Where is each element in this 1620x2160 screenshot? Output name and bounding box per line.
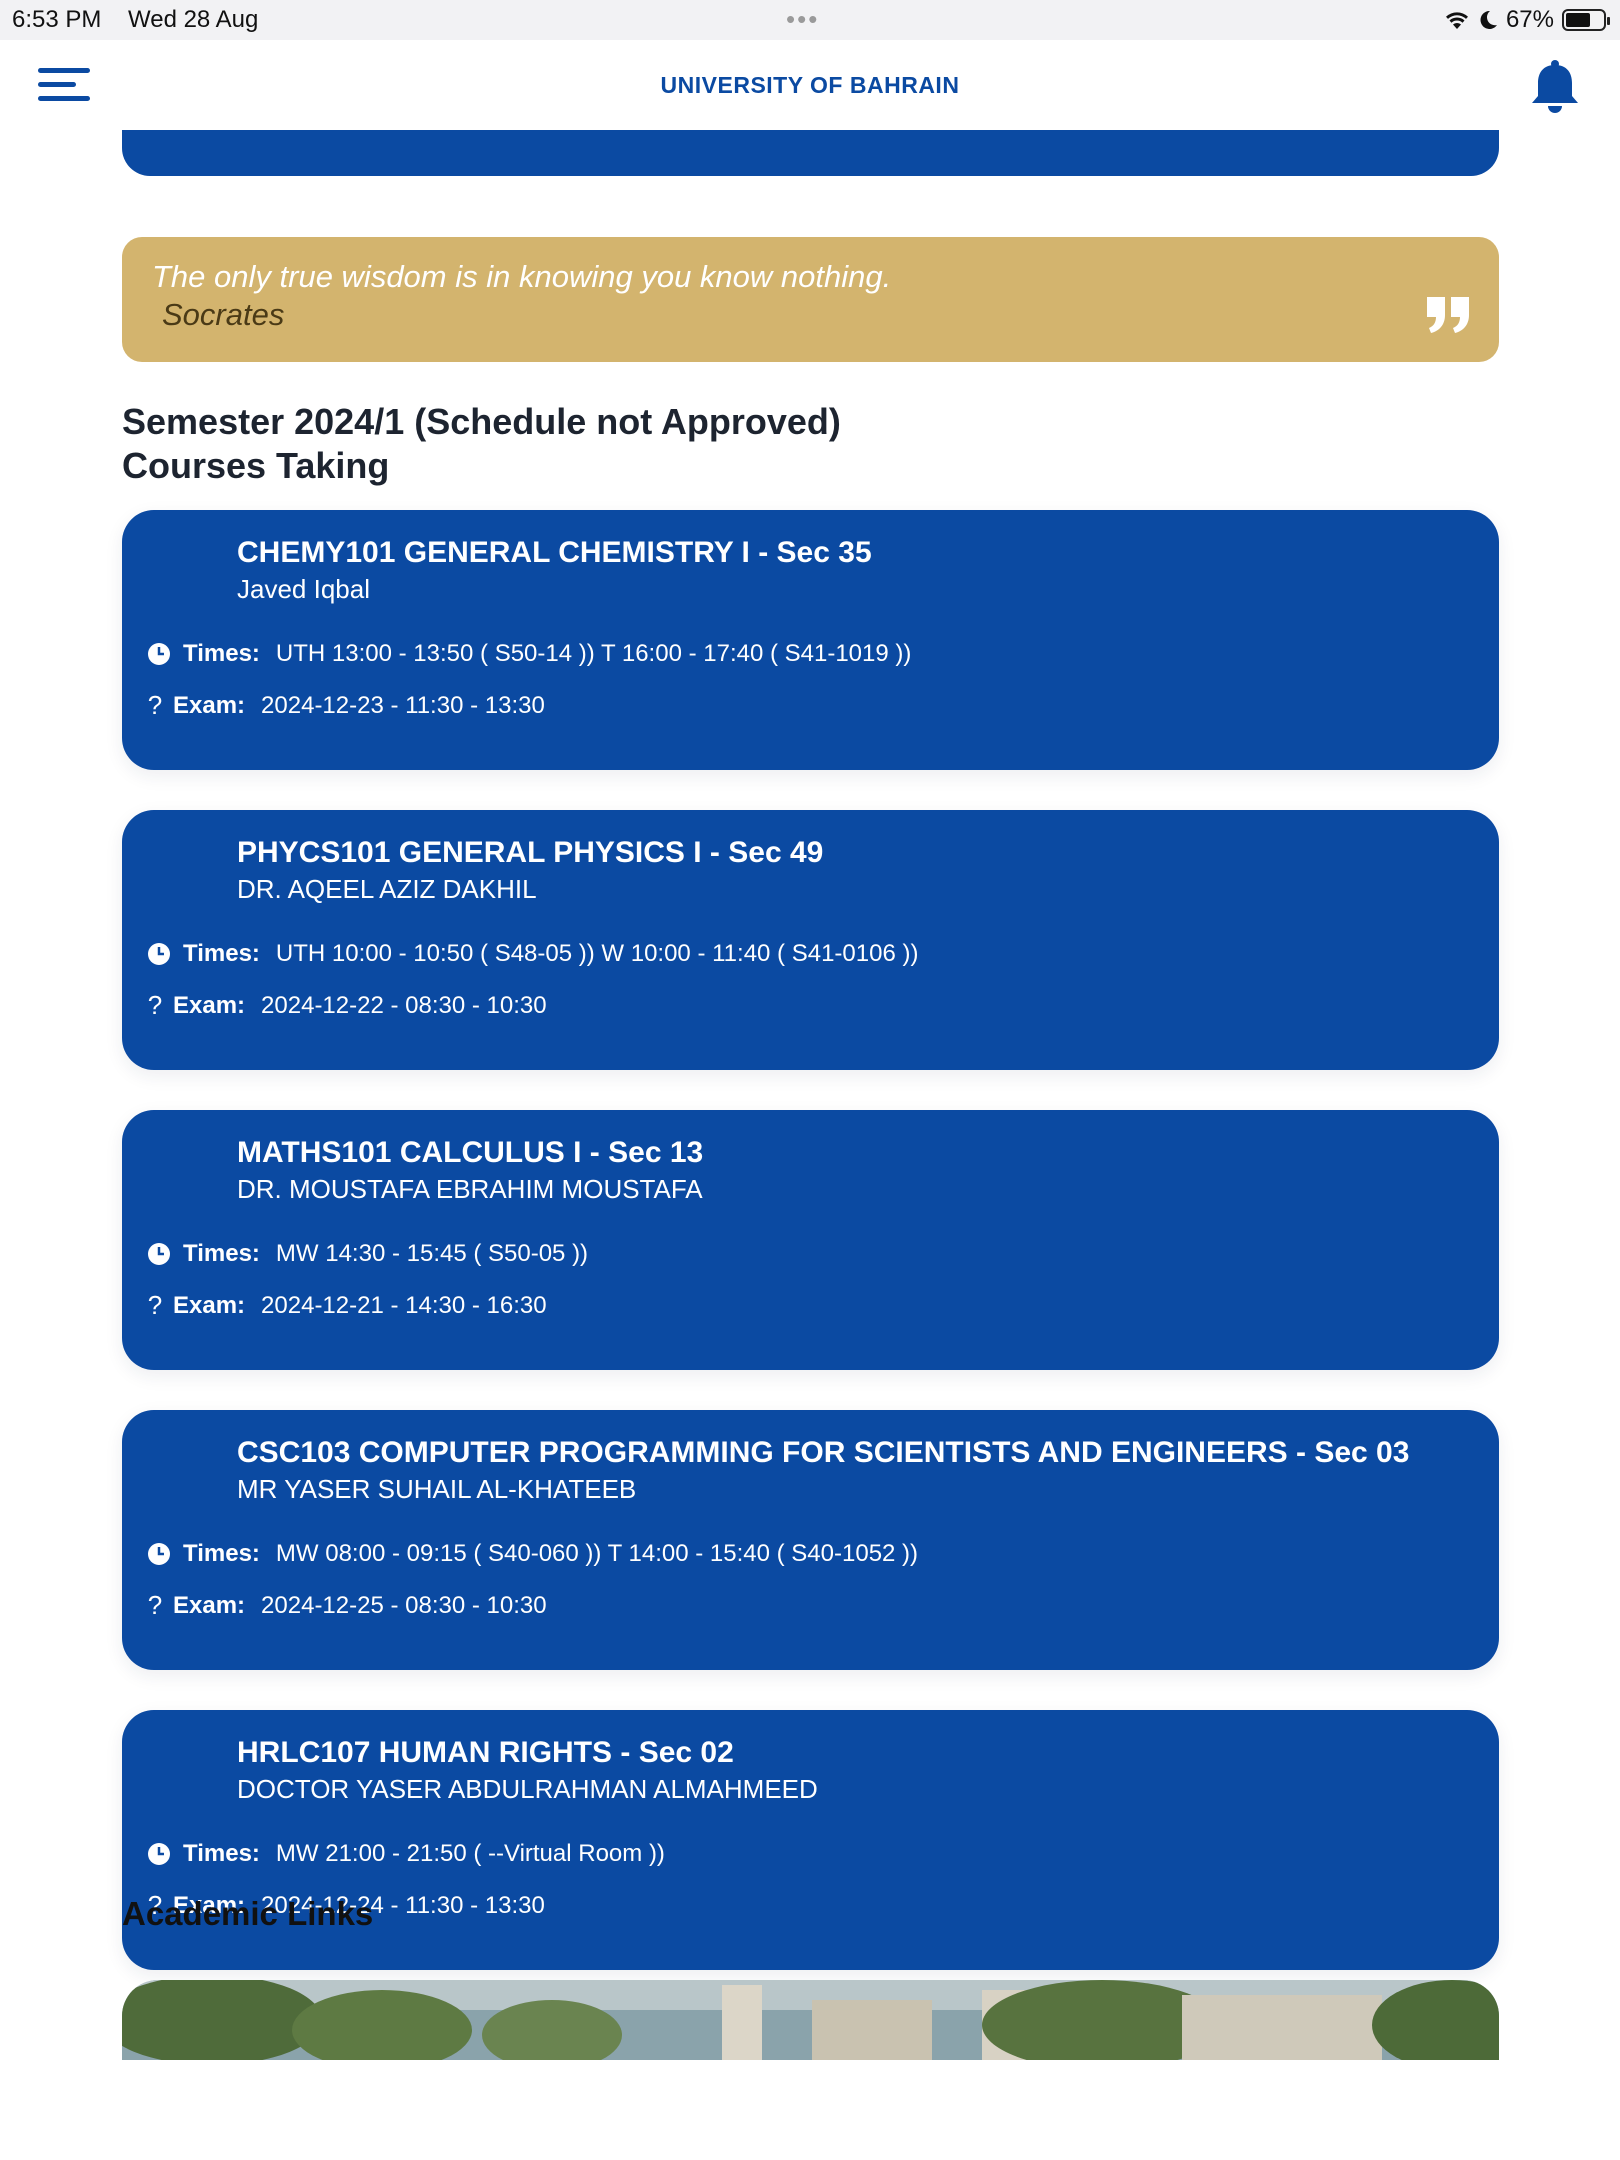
exam-value: 2024-12-25 - 08:30 - 10:30 [261, 1591, 547, 1619]
course-title: CHEMY101 GENERAL CHEMISTRY I - Sec 35 [237, 536, 872, 569]
exam-value: 2024-12-22 - 08:30 - 10:30 [261, 991, 547, 1019]
times-label: Times: [183, 940, 260, 967]
quote-text: The only true wisdom is in knowing you k… [152, 259, 892, 294]
times-value: MW 14:30 - 15:45 ( S50-05 )) [275, 1240, 589, 1267]
times-label: Times: [183, 1840, 260, 1867]
question-icon: ? [147, 1590, 163, 1620]
course-exam: ? Exam: 2024-12-21 - 14:30 - 16:30 [147, 1290, 547, 1321]
exam-label: Exam: [173, 1291, 246, 1319]
battery-icon [1562, 9, 1610, 31]
quote-icon [1427, 297, 1469, 333]
times-value: MW 21:00 - 21:50 ( --Virtual Room )) [275, 1840, 665, 1867]
wifi-icon [1445, 12, 1468, 29]
exam-label: Exam: [173, 691, 246, 719]
clock-icon [148, 943, 170, 965]
status-time: 6:53 PM [12, 6, 102, 33]
times-value: UTH 13:00 - 13:50 ( S50-14 )) T 16:00 - … [275, 640, 912, 667]
course-times: Times: MW 08:00 - 09:15 ( S40-060 )) T 1… [147, 1540, 918, 1568]
course-card[interactable]: PHYCS101 GENERAL PHYSICS I - Sec 49 DR. … [122, 810, 1499, 1070]
course-exam: ? Exam: 2024-12-22 - 08:30 - 10:30 [147, 990, 547, 1021]
battery-percent: 67% [1505, 6, 1554, 33]
times-value: MW 08:00 - 09:15 ( S40-060 )) T 14:00 - … [275, 1540, 919, 1567]
course-card[interactable]: CHEMY101 GENERAL CHEMISTRY I - Sec 35 Ja… [122, 510, 1499, 770]
course-instructor: DR. MOUSTAFA EBRAHIM MOUSTAFA [237, 1174, 703, 1204]
status-indicators: 67% [1444, 6, 1610, 34]
clock-icon [148, 643, 170, 665]
status-date: Wed 28 Aug [128, 6, 259, 33]
clock-icon [148, 1843, 170, 1865]
course-exam: ? Exam: 2024-12-23 - 11:30 - 13:30 [147, 690, 545, 721]
course-title: MATHS101 CALCULUS I - Sec 13 [237, 1136, 704, 1169]
course-times: Times: UTH 10:00 - 10:50 ( S48-05 )) W 1… [147, 940, 918, 968]
exam-value: 2024-12-21 - 14:30 - 16:30 [261, 1291, 547, 1319]
courses-subtitle: Courses Taking [122, 445, 390, 486]
course-times: Times: MW 21:00 - 21:50 ( --Virtual Room… [147, 1840, 665, 1868]
battery-level [1566, 13, 1591, 27]
semester-title: Semester 2024/1 (Schedule not Approved) [122, 401, 841, 442]
times-label: Times: [183, 1540, 260, 1567]
quote-author: Socrates [162, 297, 285, 332]
course-instructor: MR YASER SUHAIL AL-KHATEEB [237, 1474, 637, 1504]
clock-icon [148, 1243, 170, 1265]
course-title: CSC103 COMPUTER PROGRAMMING FOR SCIENTIS… [237, 1436, 1410, 1469]
exam-label: Exam: [173, 991, 246, 1019]
clock-icon [148, 1543, 170, 1565]
app-header: UNIVERSITY OF BAHRAIN [0, 40, 1620, 130]
question-icon: ? [147, 690, 163, 720]
course-title: HRLC107 HUMAN RIGHTS - Sec 02 [237, 1736, 734, 1769]
academic-links-heading: Academic Links [122, 1895, 374, 1932]
exam-label: Exam: [173, 1591, 246, 1619]
bell-icon[interactable] [1528, 58, 1582, 114]
course-instructor: Javed Iqbal [237, 574, 370, 604]
main-content[interactable]: The only true wisdom is in knowing you k… [0, 130, 1620, 2160]
campus-photo [122, 1980, 1499, 2060]
semester-heading: Semester 2024/1 (Schedule not Approved) … [122, 400, 841, 488]
question-icon: ? [147, 990, 163, 1020]
course-times: Times: UTH 13:00 - 13:50 ( S50-14 )) T 1… [147, 640, 911, 668]
course-exam: ? Exam: 2024-12-25 - 08:30 - 10:30 [147, 1590, 547, 1621]
status-bar: 6:53 PM Wed 28 Aug ••• 67% [0, 0, 1620, 40]
page-title: UNIVERSITY OF BAHRAIN [660, 72, 960, 98]
course-instructor: DOCTOR YASER ABDULRAHMAN ALMAHMEED [237, 1774, 818, 1804]
course-card[interactable]: MATHS101 CALCULUS I - Sec 13 DR. MOUSTAF… [122, 1110, 1499, 1370]
academic-links-image[interactable] [122, 1980, 1499, 2060]
previous-card[interactable] [122, 130, 1499, 176]
times-value: UTH 10:00 - 10:50 ( S48-05 )) W 10:00 - … [275, 940, 919, 967]
times-label: Times: [183, 1240, 260, 1267]
quote-card: The only true wisdom is in knowing you k… [122, 237, 1499, 362]
course-title: PHYCS101 GENERAL PHYSICS I - Sec 49 [237, 836, 824, 869]
course-times: Times: MW 14:30 - 15:45 ( S50-05 )) [147, 1240, 588, 1268]
course-instructor: DR. AQEEL AZIZ DAKHIL [237, 874, 537, 904]
exam-value: 2024-12-23 - 11:30 - 13:30 [261, 691, 545, 719]
multitasking-dots-icon[interactable]: ••• [786, 4, 819, 35]
course-card[interactable]: CSC103 COMPUTER PROGRAMMING FOR SCIENTIS… [122, 1410, 1499, 1670]
moon-icon [1480, 10, 1497, 29]
times-label: Times: [183, 640, 260, 667]
question-icon: ? [147, 1290, 163, 1320]
